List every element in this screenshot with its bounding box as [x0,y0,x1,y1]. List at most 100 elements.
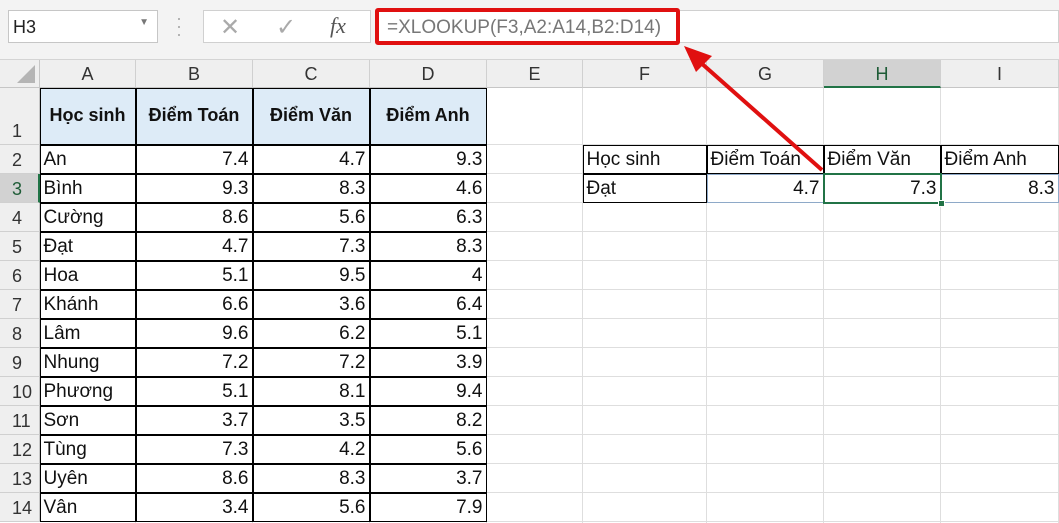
row-header-7[interactable]: 7 [0,290,40,319]
row-header-5[interactable]: 5 [0,232,40,261]
row-header-14[interactable]: 14 [0,493,40,522]
table-header-cell[interactable]: Điểm Toán [135,87,253,145]
table-cell[interactable]: 9.5 [252,260,370,290]
row-header-1[interactable]: 1 [0,88,40,145]
select-all-button[interactable] [0,60,40,88]
table-cell[interactable]: 8.3 [252,173,370,203]
column-header-A[interactable]: A [40,60,136,88]
row-header-9[interactable]: 9 [0,348,40,377]
table-cell[interactable]: 8.3 [252,463,370,493]
table-cell[interactable]: 8.1 [252,376,370,406]
table-cell[interactable]: 6.2 [252,318,370,348]
column-header-G[interactable]: G [707,60,824,88]
table-cell[interactable]: Sơn [39,405,136,435]
formula-input[interactable]: =XLOOKUP(F3,A2:A14,B2:D14) [375,8,680,45]
table-cell[interactable]: 6.6 [135,289,253,319]
table-cell[interactable]: 7.3 [252,231,370,261]
insert-function-icon[interactable]: fx [330,13,346,39]
table-cell[interactable]: Đạt [39,231,136,261]
table-cell[interactable]: 5.1 [135,376,253,406]
table-cell[interactable]: 9.3 [369,144,487,174]
table-cell[interactable]: 9.4 [369,376,487,406]
table-cell[interactable]: 6.4 [369,289,487,319]
row-header-3[interactable]: 3 [0,174,40,203]
table-cell[interactable]: Cường [39,202,136,232]
table-cell[interactable]: Phương [39,376,136,406]
fill-handle[interactable] [938,200,945,207]
row-header-11[interactable]: 11 [0,406,40,435]
formula-bar-area: H3 ▼ · · · ✕ ✓ fx =XLOOKUP(F3,A2:A14,B2:D14… [0,0,1059,60]
row-header-2[interactable]: 2 [0,145,40,174]
active-cell-border [823,173,945,207]
table-cell[interactable]: 5.6 [369,434,487,464]
formula-input-extension[interactable] [680,10,1059,43]
row-header-12[interactable]: 12 [0,435,40,464]
table-cell[interactable]: 3.7 [369,463,487,493]
table-cell[interactable]: 3.5 [252,405,370,435]
table-cell[interactable]: 4.7 [252,144,370,174]
column-header-D[interactable]: D [370,60,487,88]
table-cell[interactable]: 4 [369,260,487,290]
table-cell[interactable]: 5.1 [369,318,487,348]
table-cell[interactable]: 5.6 [252,202,370,232]
table-header-cell[interactable]: Học sinh [39,87,136,145]
column-header-F[interactable]: F [583,60,707,88]
table-cell[interactable]: Uyên [39,463,136,493]
table-cell[interactable]: 8.6 [135,463,253,493]
table-cell[interactable]: Khánh [39,289,136,319]
table-cell[interactable]: 7.4 [135,144,253,174]
lookup-header-cell[interactable]: Học sinh [582,144,707,174]
column-header-I[interactable]: I [941,60,1059,88]
table-header-cell[interactable]: Điểm Anh [369,87,487,145]
table-cell[interactable]: 3.6 [252,289,370,319]
table-cell[interactable]: Tùng [39,434,136,464]
table-cell[interactable]: 9.3 [135,173,253,203]
row-header-4[interactable]: 4 [0,203,40,232]
column-header-C[interactable]: C [253,60,370,88]
table-cell[interactable]: 3.9 [369,347,487,377]
lookup-header-cell[interactable]: Điểm Toán [706,144,824,174]
table-cell[interactable]: 8.3 [369,231,487,261]
table-cell[interactable]: 3.4 [135,492,253,522]
row-header-10[interactable]: 10 [0,377,40,406]
table-cell[interactable]: Bình [39,173,136,203]
column-header-H[interactable]: H [824,60,941,88]
row-header-13[interactable]: 13 [0,464,40,493]
column-header-B[interactable]: B [136,60,253,88]
table-cell[interactable]: 5.1 [135,260,253,290]
table-cell[interactable]: Vân [39,492,136,522]
table-cell[interactable]: 3.7 [135,405,253,435]
table-cell[interactable]: An [39,144,136,174]
table-cell[interactable]: 5.6 [252,492,370,522]
table-cell[interactable]: 8.2 [369,405,487,435]
column-header-E[interactable]: E [487,60,583,88]
table-cell[interactable]: 8.6 [135,202,253,232]
lookup-header-cell[interactable]: Điểm Văn [823,144,941,174]
table-cell[interactable]: 7.2 [135,347,253,377]
table-cell[interactable]: 9.6 [135,318,253,348]
name-box-value: H3 [13,17,37,37]
cancel-icon[interactable]: ✕ [220,13,240,42]
table-cell[interactable]: 4.6 [369,173,487,203]
table-cell[interactable]: Hoa [39,260,136,290]
table-cell[interactable]: 6.3 [369,202,487,232]
lookup-header-cell[interactable]: Điểm Anh [940,144,1059,174]
chevron-down-icon[interactable]: ▼ [139,17,149,28]
enter-icon[interactable]: ✓ [276,13,296,42]
lookup-value-cell[interactable]: 4.7 [706,173,824,203]
lookup-value-cell[interactable]: Đạt [582,173,707,203]
drag-handle-icon[interactable]: · · · [176,9,182,43]
table-cell[interactable]: 7.3 [135,434,253,464]
lookup-value-cell[interactable]: 8.3 [940,173,1059,203]
row-header-6[interactable]: 6 [0,261,40,290]
table-cell[interactable]: Lâm [39,318,136,348]
table-cell[interactable]: 7.9 [369,492,487,522]
row-header-8[interactable]: 8 [0,319,40,348]
table-cell[interactable]: 4.2 [252,434,370,464]
table-header-cell[interactable]: Điểm Văn [252,87,370,145]
formula-buttons: ✕ ✓ fx [203,10,371,43]
name-box[interactable]: H3 ▼ [8,10,158,43]
table-cell[interactable]: 4.7 [135,231,253,261]
table-cell[interactable]: 7.2 [252,347,370,377]
table-cell[interactable]: Nhung [39,347,136,377]
